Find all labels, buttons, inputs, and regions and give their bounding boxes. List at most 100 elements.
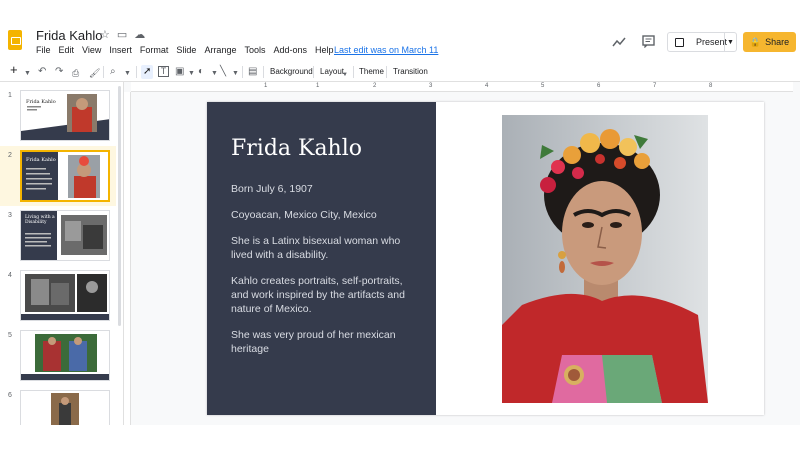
text-box-icon[interactable]: T	[158, 66, 169, 77]
redo-icon[interactable]: ↷	[55, 65, 63, 79]
slide-number: 2	[8, 152, 12, 159]
slide-number: 5	[8, 332, 12, 339]
cloud-status-icon[interactable]: ☁	[134, 28, 145, 41]
print-icon[interactable]: ⎙	[72, 66, 79, 80]
menu-arrange[interactable]: Arrange	[204, 45, 236, 55]
ruler-mark: 3	[429, 83, 433, 89]
line-icon[interactable]: ╲	[220, 65, 226, 79]
undo-icon[interactable]: ↶	[38, 65, 46, 79]
slide-paragraph-1[interactable]: Born July 6, 1907	[231, 182, 421, 196]
slide-paragraph-4[interactable]: Kahlo creates portraits, self-portraits,…	[231, 274, 421, 316]
horizontal-ruler[interactable]: 1 1 2 3 4 5 6 7 8	[131, 82, 793, 92]
image-icon[interactable]: ▣	[175, 65, 184, 79]
slide-thumb-title: Frida Kahlo	[26, 157, 56, 163]
ruler-mark: 1	[316, 83, 320, 89]
slide-paragraph-3[interactable]: She is a Latinx bisexual woman who lived…	[231, 234, 421, 262]
current-slide[interactable]: Frida Kahlo Born July 6, 1907 Coyoacan, …	[207, 102, 764, 415]
slide-number: 3	[8, 212, 12, 219]
shape-dropdown-icon[interactable]: ▼	[211, 67, 218, 81]
menu-help[interactable]: Help	[315, 45, 334, 55]
slide-preview: Living with a Disability	[20, 210, 110, 261]
menu-slide[interactable]: Slide	[176, 45, 196, 55]
new-slide-icon[interactable]: +	[10, 63, 18, 77]
transition-button[interactable]: Transition	[393, 67, 428, 76]
lock-icon: 🔒	[749, 36, 762, 47]
slide-thumb-3[interactable]: 3 Living with a Disability	[0, 206, 116, 266]
move-folder-icon[interactable]: ▭	[117, 28, 127, 41]
ruler-mark: 4	[485, 83, 489, 89]
slide-paragraph-5[interactable]: She was very proud of her mexican herita…	[231, 328, 421, 356]
filmstrip-scrollbar[interactable]	[118, 86, 121, 326]
toolbar: + ▼ ↶ ↷ ⎙ 🖌 ⌕ ▼ ➚ T ▣ ▼ ◐ ▼ ╲ ▼ ▤ Backgr…	[0, 62, 800, 82]
slide-number: 4	[8, 272, 12, 279]
slide-thumb-4[interactable]: 4	[0, 266, 116, 326]
last-edit-link[interactable]: Last edit was on March 11	[334, 45, 438, 55]
portrait-illustration	[502, 115, 708, 403]
comment-add-icon[interactable]: ▤	[248, 65, 257, 79]
title-actions: ☆ ▭ ☁	[100, 28, 145, 41]
ruler-mark: 5	[541, 83, 545, 89]
slide-title[interactable]: Frida Kahlo	[231, 136, 362, 161]
slide-thumb-1[interactable]: 1 Frida Kahlo	[0, 86, 116, 146]
slide-text-panel[interactable]: Frida Kahlo Born July 6, 1907 Coyoacan, …	[207, 102, 436, 415]
slide-preview: Frida Kahlo	[20, 90, 110, 141]
comments-icon[interactable]	[642, 35, 655, 48]
slide-thumb-2[interactable]: 2 Frida Kahlo	[0, 146, 116, 206]
slide-thumb-5[interactable]: 5	[0, 326, 116, 386]
slide-1-art	[21, 94, 109, 140]
menu-insert[interactable]: Insert	[109, 45, 132, 55]
share-button[interactable]: 🔒 Share	[743, 32, 796, 52]
zoom-icon[interactable]: ⌕	[110, 65, 116, 79]
slide-thumb-6[interactable]: 6	[0, 386, 116, 425]
menu-bar: File Edit View Insert Format Slide Arran…	[36, 45, 334, 55]
ruler-mark: 8	[709, 83, 713, 89]
theme-button[interactable]: Theme	[359, 67, 384, 76]
new-slide-dropdown-icon[interactable]: ▼	[24, 67, 31, 81]
line-dropdown-icon[interactable]: ▼	[232, 67, 239, 81]
ruler-mark: 6	[597, 83, 601, 89]
menu-addons[interactable]: Add-ons	[273, 45, 307, 55]
document-title[interactable]: Frida Kahlo	[36, 28, 102, 43]
background-button[interactable]: Background	[270, 67, 313, 76]
slide-preview	[20, 330, 110, 381]
share-label: Share	[765, 37, 790, 47]
ruler-mark: 7	[653, 83, 657, 89]
slide-filmstrip[interactable]: 1 Frida Kahlo 2 Frida Kahlo 3 Living wit…	[0, 82, 124, 425]
select-cursor-icon[interactable]: ➚	[141, 65, 154, 79]
slide-preview: Frida Kahlo	[20, 150, 110, 202]
slides-logo-icon[interactable]	[8, 30, 22, 50]
present-label: Present	[696, 37, 728, 47]
slide-5-art	[21, 334, 109, 380]
menu-edit[interactable]: Edit	[59, 45, 75, 55]
layout-button[interactable]: Layout	[320, 67, 344, 76]
menu-format[interactable]: Format	[140, 45, 169, 55]
menu-tools[interactable]: Tools	[244, 45, 265, 55]
present-icon	[675, 37, 684, 47]
slide-paragraph-2[interactable]: Coyoacan, Mexico City, Mexico	[231, 208, 421, 222]
layout-dropdown-icon[interactable]: ▼	[342, 68, 348, 82]
present-button[interactable]: Present ▼	[667, 32, 737, 52]
menu-file[interactable]: File	[36, 45, 51, 55]
zoom-dropdown-icon[interactable]: ▼	[124, 67, 131, 81]
app-header: Frida Kahlo ☆ ▭ ☁ File Edit View Insert …	[0, 0, 800, 62]
present-dropdown-icon[interactable]: ▼	[724, 33, 736, 51]
ruler-mark: 2	[373, 83, 377, 89]
activity-trend-icon[interactable]	[612, 36, 626, 48]
star-icon[interactable]: ☆	[100, 28, 110, 41]
portrait-photo[interactable]	[502, 115, 708, 403]
slide-number: 1	[8, 92, 12, 99]
image-dropdown-icon[interactable]: ▼	[188, 67, 195, 81]
slides-app: Frida Kahlo ☆ ▭ ☁ File Edit View Insert …	[0, 0, 800, 450]
vertical-ruler[interactable]	[124, 92, 131, 425]
slide-number: 6	[8, 392, 12, 399]
shape-icon[interactable]: ◐	[198, 65, 204, 79]
paint-format-icon[interactable]: 🖌	[89, 66, 100, 80]
bottom-area	[0, 425, 800, 450]
slide-6-art	[51, 393, 79, 425]
ruler-mark: 1	[264, 83, 268, 89]
slide-thumb-title: Living with a Disability	[25, 215, 55, 225]
menu-view[interactable]: View	[82, 45, 101, 55]
slide-preview	[20, 270, 110, 321]
slide-4-art	[21, 274, 109, 320]
slide-preview	[20, 390, 110, 425]
